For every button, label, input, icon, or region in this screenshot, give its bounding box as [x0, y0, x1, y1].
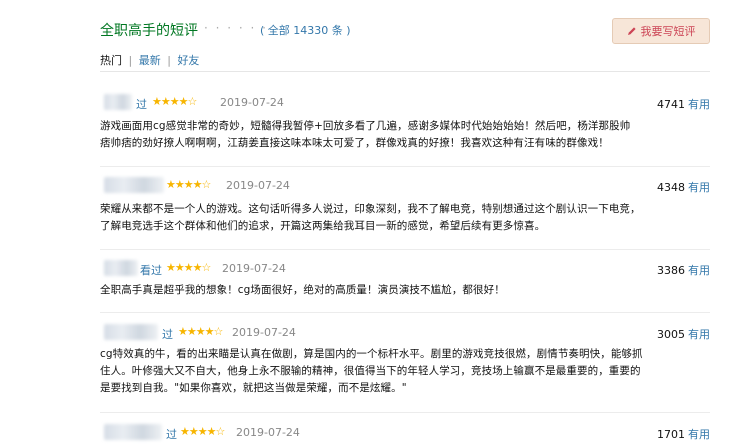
comments-header: 全职高手的短评 · · · · · · ( 全部 14330 条 ) 我要写短评	[100, 18, 710, 46]
tab-friends[interactable]: 好友	[177, 52, 199, 68]
review-date: 2019-07-24	[226, 179, 290, 192]
write-review-label: 我要写短评	[640, 25, 696, 38]
review-divider	[100, 412, 710, 413]
review-meta: 过 ★★★★☆ 2019-07-24 4741 有用	[100, 94, 710, 112]
review-user-status[interactable]: 过	[166, 426, 177, 442]
rating-stars: ★★★★☆	[166, 178, 211, 191]
review-meta: 看过 ★★★★☆ 2019-07-24 3386 有用	[100, 260, 710, 278]
all-comments-link[interactable]: ( 全部 14330 条 )	[260, 22, 351, 38]
blurred-username	[104, 94, 132, 110]
title-dots: · · · · · ·	[204, 21, 268, 35]
pencil-icon	[627, 27, 636, 35]
useful-votes: 3005 有用	[657, 326, 710, 342]
review-date: 2019-07-24	[220, 96, 284, 109]
review-text-line: 游戏画面用cg感觉非常的奇妙，短髓得我暂停+回放多看了几遍，感谢多媒体时代始始始…	[100, 120, 631, 132]
useful-votes: 4741 有用	[657, 96, 710, 112]
rating-stars: ★★★★☆	[178, 325, 223, 338]
review-item: 过 ★★★★☆ 2019-07-24 4741 有用 游戏画面用cg感觉非常的奇妙…	[100, 94, 710, 167]
review-text-line: 是要找到自我。"如果你喜欢，就把这当做是荣耀，而不是炫耀。"	[100, 382, 407, 394]
review-date: 2019-07-24	[236, 426, 300, 439]
rating-stars: ★★★★☆	[166, 261, 211, 274]
review-text: 荣耀从来都不是一个人的游戏。这句话听得多人说过，印象深刻，我不了解电竞，特别想通…	[100, 201, 706, 235]
review-text-line: 全职高手真是超乎我的想象！cg场面很好，绝对的高质量！演员演技不尴尬，都很好！	[100, 284, 505, 296]
section-title: 全职高手的短评	[100, 23, 198, 39]
useful-button[interactable]: 有用	[688, 428, 710, 441]
useful-votes: 1701 有用	[657, 426, 710, 442]
useful-votes: 4348 有用	[657, 179, 710, 195]
useful-votes: 3386 有用	[657, 262, 710, 278]
review-text-line: 荣耀从来都不是一个人的游戏。这句话听得多人说过，印象深刻，我不了解电竞，特别想通…	[100, 203, 641, 215]
useful-button[interactable]: 有用	[688, 264, 710, 277]
write-review-button[interactable]: 我要写短评	[612, 18, 710, 44]
review-user-status[interactable]: 过	[136, 96, 147, 112]
blurred-username	[104, 177, 164, 193]
review-divider	[100, 312, 710, 313]
useful-button[interactable]: 有用	[688, 328, 710, 341]
review-text: 游戏画面用cg感觉非常的奇妙，短髓得我暂停+回放多看了几遍，感谢多媒体时代始始始…	[100, 118, 706, 152]
review-text-line: 住人。叶修强大又不自大，他身上永不服输的精神，很值得当下的年轻人学习，竞技场上输…	[100, 365, 641, 377]
header-divider	[100, 71, 710, 72]
review-date: 2019-07-24	[222, 262, 286, 275]
blurred-username	[104, 424, 162, 440]
review-text-line: 了解电竞选手这个群体和他们的追求，开篇这两集给我耳目一新的感觉，希望后续有更多惊…	[100, 220, 546, 232]
useful-count: 1701	[657, 428, 685, 441]
useful-count: 3386	[657, 264, 685, 277]
tab-hot[interactable]: 热门	[100, 52, 122, 68]
sort-tabs: 热门 | 最新 | 好友	[100, 52, 199, 68]
review-item: 过 ★★★★☆ 2019-07-24 3005 有用 cg特效真的牛，看的出来瞄是…	[100, 324, 710, 413]
useful-count: 4348	[657, 181, 685, 194]
review-text: 全职高手真是超乎我的想象！cg场面很好，绝对的高质量！演员演技不尴尬，都很好！	[100, 282, 706, 299]
rating-stars: ★★★★☆	[152, 95, 197, 108]
useful-button[interactable]: 有用	[688, 181, 710, 194]
review-item: 过 ★★★★☆ 2019-07-24 1701 有用	[100, 424, 710, 442]
tab-separator: |	[167, 54, 171, 67]
review-user-status[interactable]: 过	[162, 326, 173, 342]
review-meta: ★★★★☆ 2019-07-24 4348 有用	[100, 177, 710, 195]
review-meta: 过 ★★★★☆ 2019-07-24 3005 有用	[100, 324, 710, 342]
useful-button[interactable]: 有用	[688, 98, 710, 111]
review-item: ★★★★☆ 2019-07-24 4348 有用 荣耀从来都不是一个人的游戏。这句…	[100, 177, 710, 250]
review-user-status[interactable]: 看过	[140, 262, 162, 278]
tab-separator: |	[128, 54, 133, 67]
review-date: 2019-07-24	[232, 326, 296, 339]
review-meta: 过 ★★★★☆ 2019-07-24 1701 有用	[100, 424, 710, 442]
review-divider	[100, 249, 710, 250]
useful-count: 3005	[657, 328, 685, 341]
useful-count: 4741	[657, 98, 685, 111]
blurred-username	[104, 324, 158, 340]
tab-latest[interactable]: 最新	[139, 52, 161, 68]
review-text: cg特效真的牛，看的出来瞄是认真在做剧，算是国内的一个标杆水平。剧里的游戏竞技很…	[100, 346, 706, 397]
review-text-line: cg特效真的牛，看的出来瞄是认真在做剧，算是国内的一个标杆水平。剧里的游戏竞技很…	[100, 348, 643, 360]
review-item: 看过 ★★★★☆ 2019-07-24 3386 有用 全职高手真是超乎我的想象！…	[100, 260, 710, 313]
review-text-line: 痞帅痞的劲好撩人啊啊啊，江葫姜直接这味本味太可爱了，群像戏真的好撩！我喜欢这种有…	[100, 137, 609, 149]
review-divider	[100, 166, 710, 167]
blurred-username	[104, 260, 138, 276]
rating-stars: ★★★★☆	[180, 425, 225, 438]
